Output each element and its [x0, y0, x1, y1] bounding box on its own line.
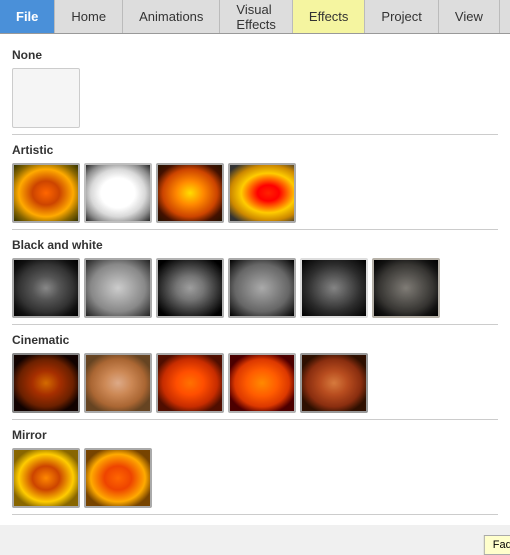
effect-none[interactable] — [12, 68, 80, 128]
effect-artistic-4[interactable] — [228, 163, 296, 223]
effect-cin-2[interactable] — [84, 353, 152, 413]
divider-bw — [12, 229, 498, 230]
effect-bw-6[interactable] — [372, 258, 440, 318]
tab-project[interactable]: Project — [365, 0, 438, 33]
section-bw-label: Black and white — [12, 238, 498, 252]
effect-cin-5[interactable] — [300, 353, 368, 413]
effect-bw-2[interactable] — [84, 258, 152, 318]
section-none-label: None — [12, 48, 498, 62]
effect-mirror-1[interactable] — [12, 448, 80, 508]
mirror-thumbnails — [12, 448, 498, 508]
bw-thumbnails — [12, 258, 498, 318]
tab-project-label: Project — [381, 9, 421, 24]
tab-file-label: File — [16, 9, 38, 24]
tab-edit[interactable]: Edit — [500, 0, 510, 33]
tab-file[interactable]: File — [0, 0, 55, 33]
tab-home-label: Home — [71, 9, 106, 24]
section-cinematic-label: Cinematic — [12, 333, 498, 347]
effect-bw-1[interactable] — [12, 258, 80, 318]
tab-view-label: View — [455, 9, 483, 24]
tab-view[interactable]: View — [439, 0, 500, 33]
tab-effects-label: Effects — [309, 9, 349, 24]
tab-bar: File Home Animations Visual Effects Effe… — [0, 0, 510, 34]
effect-bw-3[interactable] — [156, 258, 224, 318]
divider-mirror — [12, 419, 498, 420]
effect-artistic-3[interactable] — [156, 163, 224, 223]
section-mirror-label: Mirror — [12, 428, 498, 442]
effect-cin-1[interactable] — [12, 353, 80, 413]
effect-bw-5[interactable] — [300, 258, 368, 318]
effects-panel: None Artistic Black and white Cinematic … — [0, 34, 510, 525]
none-thumbnails — [12, 68, 498, 128]
tab-visual-effects[interactable]: Visual Effects — [220, 0, 293, 33]
effect-cin-3[interactable] — [156, 353, 224, 413]
divider-motions — [12, 514, 498, 515]
section-artistic-label: Artistic — [12, 143, 498, 157]
tab-animations[interactable]: Animations — [123, 0, 220, 33]
tab-animations-label: Animations — [139, 9, 203, 24]
effect-artistic-2[interactable] — [84, 163, 152, 223]
divider-artistic — [12, 134, 498, 135]
tab-visual-effects-label: Visual Effects — [236, 2, 276, 32]
effect-cin-4[interactable] — [228, 353, 296, 413]
tab-home[interactable]: Home — [55, 0, 123, 33]
effect-artistic-1[interactable] — [12, 163, 80, 223]
cinematic-thumbnails — [12, 353, 498, 413]
effect-bw-4[interactable] — [228, 258, 296, 318]
artistic-thumbnails — [12, 163, 498, 223]
divider-cinematic — [12, 324, 498, 325]
tab-effects[interactable]: Effects — [293, 0, 366, 33]
effect-mirror-2[interactable] — [84, 448, 152, 508]
